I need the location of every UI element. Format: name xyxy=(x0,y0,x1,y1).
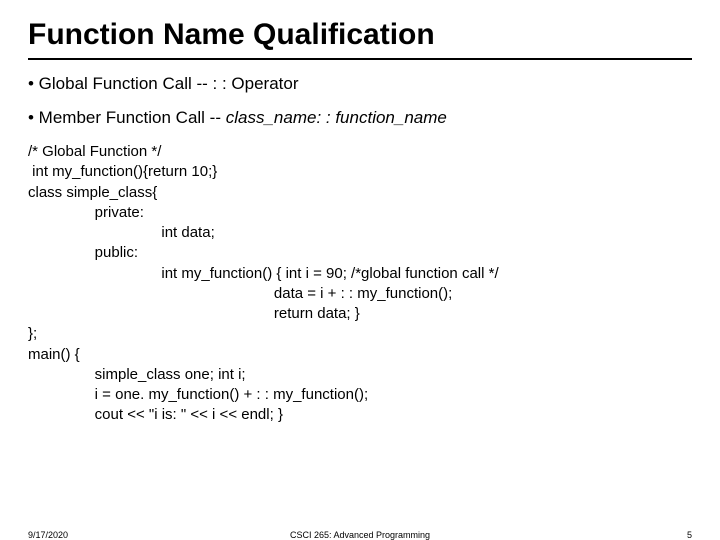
code-block: /* Global Function */ int my_function(){… xyxy=(28,142,692,426)
bullet-member-call: • Member Function Call -- class_name: : … xyxy=(28,108,692,128)
slide: Function Name Qualification • Global Fun… xyxy=(0,0,720,540)
bullet-member-italic: class_name: : function_name xyxy=(226,108,447,127)
bullet-global-call: • Global Function Call -- : : Operator xyxy=(28,74,692,94)
footer-course: CSCI 265: Advanced Programming xyxy=(0,530,720,540)
footer-page: 5 xyxy=(687,530,692,540)
slide-title: Function Name Qualification xyxy=(28,18,692,60)
bullet-member-lead: • Member Function Call -- xyxy=(28,108,226,127)
